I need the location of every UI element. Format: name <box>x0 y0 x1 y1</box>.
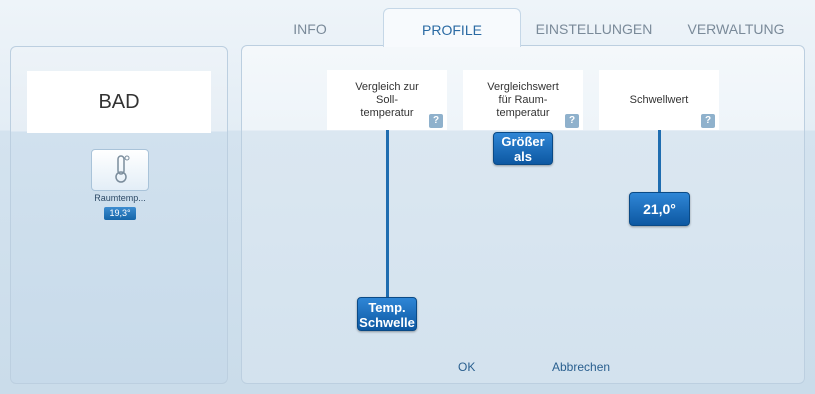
room-title: BAD <box>27 71 211 133</box>
column-label-line: Schwellwert <box>629 94 689 106</box>
temperature-sensor-tile[interactable] <box>91 149 149 191</box>
node-label-line: als <box>513 149 533 164</box>
threshold-value-node[interactable]: 21,0° <box>629 192 690 226</box>
node-label-line: Größer <box>501 134 545 149</box>
ok-button[interactable]: OK <box>458 360 475 374</box>
column-schwellwert: Schwellwert ? <box>599 70 719 130</box>
column-vergleichswert: Vergleichswert für Raum- temperatur ? <box>463 70 583 130</box>
thermometer-icon <box>111 154 131 189</box>
groesser-als-node[interactable]: Größer als <box>493 132 553 165</box>
node-label-line: Temp. <box>368 300 406 315</box>
help-icon[interactable]: ? <box>701 114 715 128</box>
tab-profile[interactable]: PROFILE <box>383 8 521 47</box>
column-label-line: Vergleichswert <box>487 81 559 93</box>
column-vergleich-soll: Vergleich zur Soll- temperatur ? <box>327 70 447 130</box>
node-label-line: Schwelle <box>359 315 415 330</box>
profile-panel: Vergleich zur Soll- temperatur ? Verglei… <box>241 45 805 384</box>
temp-schwelle-node[interactable]: Temp. Schwelle <box>357 297 417 331</box>
sensor-value-badge: 19,3° <box>104 207 136 220</box>
connector-line <box>658 130 661 192</box>
help-icon[interactable]: ? <box>565 114 579 128</box>
sensor-label: Raumtemp... <box>94 193 146 203</box>
cancel-button[interactable]: Abbrechen <box>552 360 610 374</box>
column-label-line: für Raum- <box>498 94 548 106</box>
column-label-line: Vergleich zur <box>355 81 419 93</box>
tab-verwaltung[interactable]: VERWALTUNG <box>675 8 797 45</box>
tab-info[interactable]: INFO <box>260 8 360 45</box>
column-label-line: Soll- <box>375 94 398 106</box>
connector-line <box>386 130 389 298</box>
tab-einstellungen[interactable]: EINSTELLUNGEN <box>530 8 658 45</box>
room-panel: BAD Raumtemp... 19,3° <box>10 46 228 384</box>
help-icon[interactable]: ? <box>429 114 443 128</box>
